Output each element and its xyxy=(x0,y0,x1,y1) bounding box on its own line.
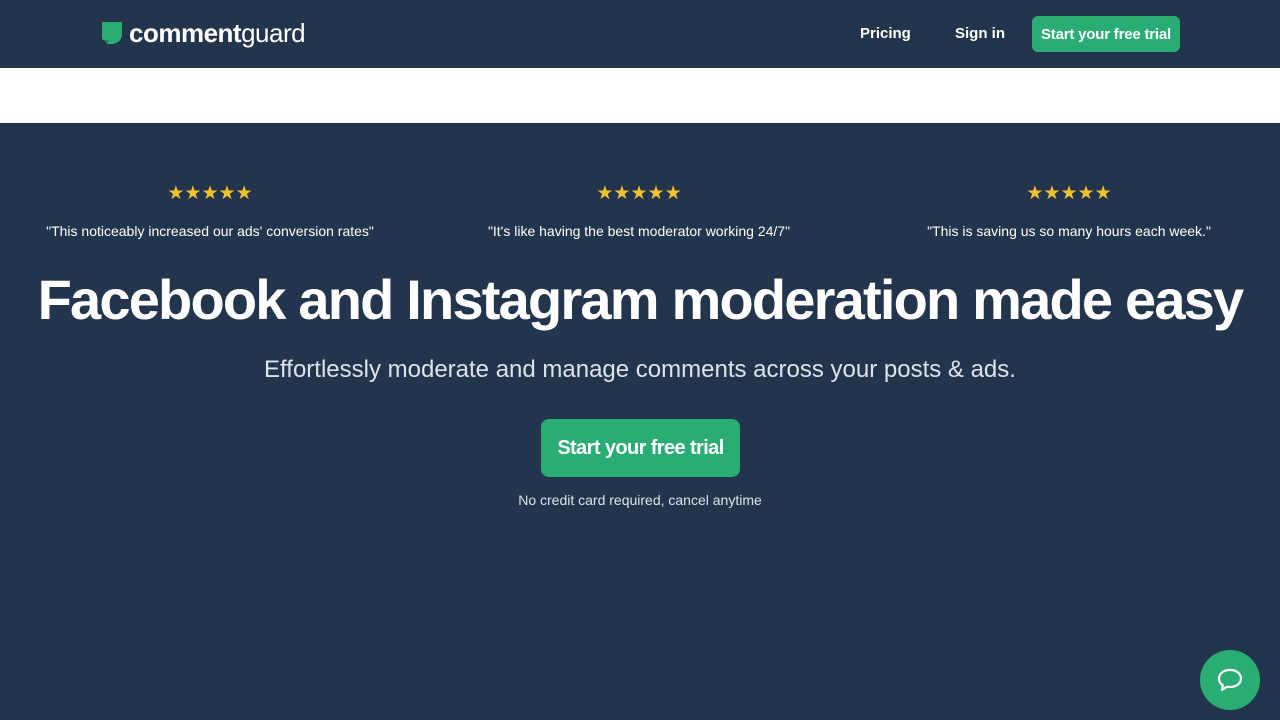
hero-headline: Facebook and Instagram moderation made e… xyxy=(37,268,1245,331)
star-icon: ★ xyxy=(184,183,202,204)
star-icon: ★ xyxy=(1043,183,1061,204)
star-icon: ★ xyxy=(596,183,614,204)
star-icon: ★ xyxy=(1060,183,1078,204)
testimonial-2: ★ ★ ★ ★ ★ "It's like having the best moderat… xyxy=(424,183,854,240)
chat-icon xyxy=(1217,668,1243,692)
hero-subheadline: Effortlessly moderate and manage comment… xyxy=(264,356,1016,383)
nav-start-trial-button[interactable]: Start your free trial xyxy=(1032,16,1180,52)
star-icon: ★ xyxy=(1026,183,1044,204)
testimonial-1: ★ ★ ★ ★ ★ "This noticeably increased our ads… xyxy=(0,183,425,240)
star-icon: ★ xyxy=(201,183,219,204)
star-icon: ★ xyxy=(1094,183,1112,204)
navbar: commentguard Pricing Sign in Start your … xyxy=(0,0,1280,68)
testimonial-3: ★ ★ ★ ★ ★ "This is saving us so many hours e… xyxy=(854,183,1280,240)
star-icon: ★ xyxy=(167,183,185,204)
white-band xyxy=(0,68,1280,123)
star-icon: ★ xyxy=(1077,183,1095,204)
testimonial-quote: "It's like having the best moderator wor… xyxy=(487,223,791,239)
logo-text-bold: comment xyxy=(129,18,242,48)
star-rating: ★ ★ ★ ★ ★ xyxy=(424,183,854,205)
star-rating: ★ ★ ★ ★ ★ xyxy=(0,183,425,205)
star-icon: ★ xyxy=(664,183,682,204)
star-icon: ★ xyxy=(218,183,236,204)
testimonial-quote: "This noticeably increased our ads' conv… xyxy=(46,223,374,239)
star-icon: ★ xyxy=(235,183,253,204)
nav-link-sign-in[interactable]: Sign in xyxy=(955,24,1005,44)
star-icon: ★ xyxy=(613,183,631,204)
hero-start-trial-button[interactable]: Start your free trial xyxy=(541,419,740,477)
star-rating: ★ ★ ★ ★ ★ xyxy=(854,183,1280,205)
logo-text-light: guard xyxy=(241,18,306,48)
logo-link[interactable]: commentguard xyxy=(101,18,306,48)
no-credit-card-note: No credit card required, cancel anytime xyxy=(518,492,762,508)
logo-wordmark: commentguard xyxy=(129,18,306,48)
logo-icon xyxy=(102,22,122,44)
nav-link-pricing[interactable]: Pricing xyxy=(860,24,911,44)
chat-widget-button[interactable] xyxy=(1200,650,1260,710)
star-icon: ★ xyxy=(647,183,665,204)
testimonial-quote: "This is saving us so many hours each we… xyxy=(927,223,1211,239)
star-icon: ★ xyxy=(630,183,648,204)
